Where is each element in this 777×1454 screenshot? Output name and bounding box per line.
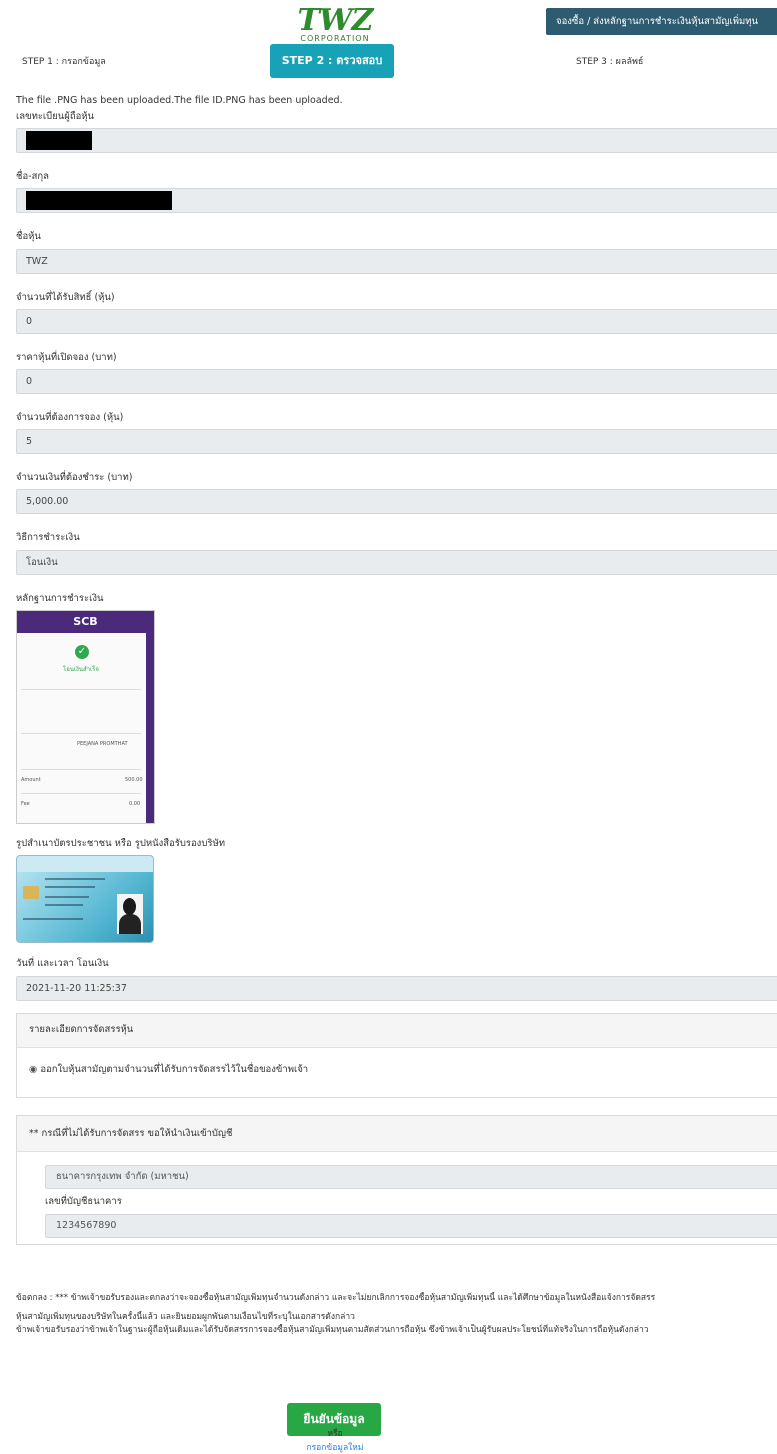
refund-panel-title: ** กรณีที่ไม่ได้รับการจัดสรร ขอให้นำเงิน… [17,1116,777,1152]
entitled-shares-field: 0 [16,309,777,334]
step-3-label: STEP 3 : ผลลัพธ์ [576,57,644,67]
refund-bank-field: ธนาคารกรุงเทพ จำกัด (มหาชน) [45,1165,777,1189]
receipt-bank-name: SCB [73,615,98,628]
requested-shares-label: จำนวนที่ต้องการจอง (หุ้น) [16,412,124,423]
reenter-link[interactable]: กรอกข้อมูลใหม่ [290,1440,380,1454]
logo-subtext: CORPORATION [300,34,370,43]
id-card-text-line [45,878,105,880]
id-card-text-line [23,918,83,920]
id-card-text-line [45,886,95,888]
radio-selected-icon[interactable]: ◉ [29,1064,37,1075]
id-card-chip [23,886,39,899]
id-card-text-line [45,904,83,906]
stock-name-field: TWZ [16,249,777,274]
id-card-photo-head [123,898,136,915]
terms-line-1: ข้อตกลง : *** ข้าพเจ้าขอรับรองและตกลงว่า… [16,1293,656,1303]
upload-message: The file .PNG has been uploaded.The file… [16,95,343,106]
offer-price-field: 0 [16,369,777,394]
receipt-divider [21,689,141,690]
transfer-datetime-label: วันที่ และเวลา โอนเงิน [16,958,109,969]
step-2-active: STEP 2 : ตรวจสอบ [270,44,394,78]
receipt-body: ✓ โอนเงินสำเร็จ PEEJANA PROMTHAT Amount … [17,633,146,823]
receipt-fee-label: Fee [21,801,30,807]
offer-price-label: ราคาหุ้นที่เปิดจอง (บาท) [16,352,117,363]
or-text: หรือ [327,1429,343,1439]
id-card-label: รูปสำเนาบัตรประชาชน หรือ รูปหนังสือรับรอ… [16,838,225,849]
amount-due-field: 5,000.00 [16,489,777,514]
receipt-amount: 500.00 [125,777,143,783]
registration-label: เลขทะเบียนผู้ถือหุ้น [16,111,95,122]
id-card-photo-body [119,914,141,934]
redacted-block [26,131,92,150]
receipt-status: โอนเงินสำเร็จ [63,666,99,673]
allocation-panel: รายละเอียดการจัดสรรหุ้น ◉ ออกใบหุ้นสามัญ… [16,1013,777,1098]
subscribe-link-button[interactable]: จองซื้อ / ส่งหลักฐานการชำระเงินหุ้นสามัญ… [546,8,777,35]
allocation-option[interactable]: ◉ ออกใบหุ้นสามัญตามจำนวนที่ได้รับการจัดส… [29,1062,308,1077]
success-check-icon: ✓ [75,645,89,659]
payment-method-label: วิธีการชำระเงิน [16,532,80,543]
receipt-side-bar [146,633,154,823]
transfer-datetime-field: 2021-11-20 11:25:37 [16,976,777,1001]
receipt-divider [21,733,141,734]
payment-method-field: โอนเงิน [16,550,777,575]
allocation-option-label: ออกใบหุ้นสามัญตามจำนวนที่ได้รับการจัดสรร… [40,1064,309,1075]
receipt-amount-label: Amount [21,777,41,783]
company-logo: TWZ CORPORATION [270,3,400,44]
id-card-header [17,856,153,872]
registration-field [16,128,777,153]
step-1-label: STEP 1 : กรอกข้อมูล [22,57,106,67]
receipt-divider [21,793,141,794]
logo-text: TWZ [297,3,374,38]
receipt-divider [21,769,141,770]
receipt-bank-header: SCB [17,611,154,633]
amount-due-label: จำนวนเงินที่ต้องชำระ (บาท) [16,472,133,483]
payment-receipt-image: SCB ✓ โอนเงินสำเร็จ PEEJANA PROMTHAT Amo… [16,610,155,824]
requested-shares-field: 5 [16,429,777,454]
redacted-block [26,191,172,210]
id-card-image [16,855,154,943]
refund-panel: ** กรณีที่ไม่ได้รับการจัดสรร ขอให้นำเงิน… [16,1115,777,1245]
terms-line-2: หุ้นสามัญเพิ่มทุนของบริษัทในครั้งนี้แล้ว… [16,1312,355,1322]
name-field [16,188,777,213]
name-label: ชื่อ-สกุล [16,171,49,182]
refund-account-field: 1234567890 [45,1214,777,1238]
refund-account-label: เลขที่บัญชีธนาคาร [45,1196,122,1207]
receipt-recipient: PEEJANA PROMTHAT [77,741,128,747]
entitled-shares-label: จำนวนที่ได้รับสิทธิ์ (หุ้น) [16,292,115,303]
terms-line-3: ข้าพเจ้าขอรับรองว่าข้าพเจ้าในฐานะผู้ถือห… [16,1325,649,1335]
allocation-panel-title: รายละเอียดการจัดสรรหุ้น [17,1014,777,1048]
stock-name-label: ชื่อหุ้น [16,231,41,242]
id-card-text-line [45,896,89,898]
payment-proof-label: หลักฐานการชำระเงิน [16,593,104,604]
receipt-fee: 0.00 [129,801,141,807]
